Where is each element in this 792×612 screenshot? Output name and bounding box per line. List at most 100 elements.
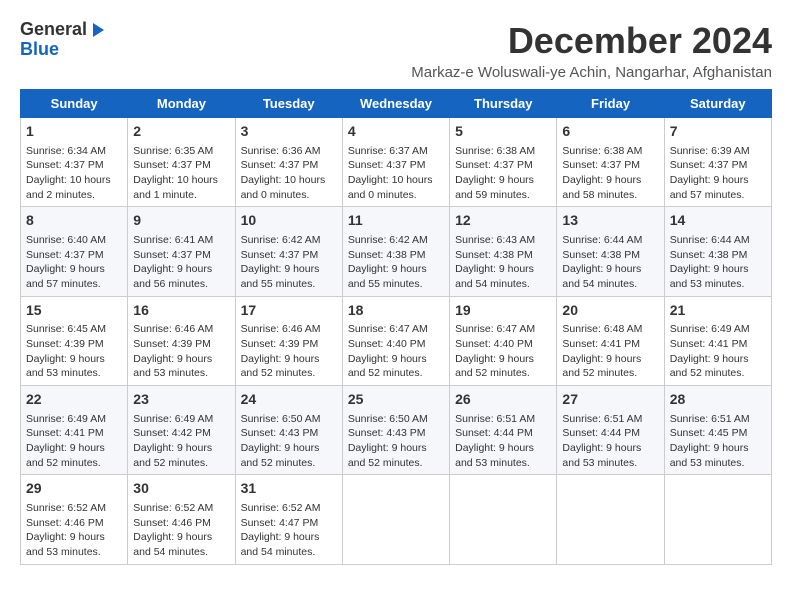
sunrise-text: Sunrise: 6:43 AM xyxy=(455,234,535,246)
day-number: 30 xyxy=(133,479,229,499)
sunset-text: Sunset: 4:37 PM xyxy=(241,249,319,261)
sunrise-text: Sunrise: 6:52 AM xyxy=(241,502,321,514)
daylight-label: Daylight: 9 hours and 54 minutes. xyxy=(455,263,534,290)
sunrise-text: Sunrise: 6:42 AM xyxy=(241,234,321,246)
daylight-label: Daylight: 9 hours and 55 minutes. xyxy=(348,263,427,290)
sunset-text: Sunset: 4:41 PM xyxy=(562,338,640,350)
calendar-cell: 30Sunrise: 6:52 AMSunset: 4:46 PMDayligh… xyxy=(128,475,235,564)
day-number: 3 xyxy=(241,122,337,142)
day-number: 26 xyxy=(455,390,551,410)
day-number: 21 xyxy=(670,301,766,321)
sunset-text: Sunset: 4:37 PM xyxy=(26,249,104,261)
weekday-header-monday: Monday xyxy=(128,90,235,118)
sunset-text: Sunset: 4:40 PM xyxy=(455,338,533,350)
sunset-text: Sunset: 4:47 PM xyxy=(241,517,319,529)
sunrise-text: Sunrise: 6:44 AM xyxy=(562,234,642,246)
calendar-cell: 14Sunrise: 6:44 AMSunset: 4:38 PMDayligh… xyxy=(664,207,771,296)
day-number: 7 xyxy=(670,122,766,142)
day-number: 24 xyxy=(241,390,337,410)
day-number: 22 xyxy=(26,390,122,410)
logo-general: General xyxy=(20,20,87,40)
weekday-header-tuesday: Tuesday xyxy=(235,90,342,118)
calendar-week-row: 15 Sunrise: 6:45 AM Sunset: 4:39 PM Dayligh… xyxy=(21,296,772,385)
daylight-label: Daylight: 9 hours and 52 minutes. xyxy=(455,353,534,380)
daylight-label: Daylight: 9 hours and 54 minutes. xyxy=(241,531,320,558)
day-number: 28 xyxy=(670,390,766,410)
daylight-label: Daylight: 9 hours and 53 minutes. xyxy=(562,442,641,469)
location-subtitle: Markaz-e Woluswali-ye Achin, Nangarhar, … xyxy=(411,64,772,81)
sunrise-text: Sunrise: 6:46 AM xyxy=(133,323,213,335)
calendar-cell: 17Sunrise: 6:46 AMSunset: 4:39 PMDayligh… xyxy=(235,296,342,385)
daylight-label: Daylight: 10 hours and 0 minutes. xyxy=(348,174,433,201)
daylight-label: Daylight: 10 hours and 2 minutes. xyxy=(26,174,111,201)
sunset-text: Sunset: 4:38 PM xyxy=(455,249,533,261)
day-number: 4 xyxy=(348,122,444,142)
sunrise-text: Sunrise: 6:49 AM xyxy=(133,413,213,425)
daylight-label: Daylight: 10 hours and 0 minutes. xyxy=(241,174,326,201)
calendar-cell xyxy=(342,475,449,564)
daylight-label: Daylight: 9 hours and 53 minutes. xyxy=(670,442,749,469)
logo-blue: Blue xyxy=(20,40,59,60)
daylight-label: Daylight: 9 hours and 52 minutes. xyxy=(241,442,320,469)
daylight-label: Daylight: 9 hours and 53 minutes. xyxy=(26,531,105,558)
sunrise-text: Sunrise: 6:45 AM xyxy=(26,323,106,335)
sunrise-text: Sunrise: 6:44 AM xyxy=(670,234,750,246)
sunset-text: Sunset: 4:39 PM xyxy=(241,338,319,350)
sunset-text: Sunset: 4:37 PM xyxy=(455,159,533,171)
title-section: December 2024 Markaz-e Woluswali-ye Achi… xyxy=(411,20,772,81)
daylight-label: Daylight: 9 hours and 52 minutes. xyxy=(133,442,212,469)
calendar-cell xyxy=(450,475,557,564)
calendar-week-row: 1Sunrise: 6:34 AMSunset: 4:37 PMDaylight… xyxy=(21,118,772,207)
daylight-label: Daylight: 9 hours and 53 minutes. xyxy=(133,353,212,380)
sunrise-text: Sunrise: 6:41 AM xyxy=(133,234,213,246)
daylight-label: Daylight: 9 hours and 52 minutes. xyxy=(348,442,427,469)
weekday-header-row: SundayMondayTuesdayWednesdayThursdayFrid… xyxy=(21,90,772,118)
daylight-label: Daylight: 9 hours and 52 minutes. xyxy=(348,353,427,380)
calendar-cell: 1Sunrise: 6:34 AMSunset: 4:37 PMDaylight… xyxy=(21,118,128,207)
sunrise-text: Sunrise: 6:34 AM xyxy=(26,145,106,157)
daylight-label: Daylight: 9 hours and 57 minutes. xyxy=(670,174,749,201)
sunrise-text: Sunrise: 6:51 AM xyxy=(455,413,535,425)
day-number: 17 xyxy=(241,301,337,321)
day-number: 29 xyxy=(26,479,122,499)
sunset-text: Sunset: 4:37 PM xyxy=(133,159,211,171)
calendar-cell: 28Sunrise: 6:51 AMSunset: 4:45 PMDayligh… xyxy=(664,386,771,475)
calendar-cell: 29Sunrise: 6:52 AMSunset: 4:46 PMDayligh… xyxy=(21,475,128,564)
logo-triangle-icon xyxy=(88,21,106,39)
daylight-label: Daylight: 9 hours and 55 minutes. xyxy=(241,263,320,290)
daylight-label: Daylight: 9 hours and 52 minutes. xyxy=(562,353,641,380)
daylight-label: Daylight: 9 hours and 59 minutes. xyxy=(455,174,534,201)
sunset-text: Sunset: 4:38 PM xyxy=(562,249,640,261)
calendar-cell: 31Sunrise: 6:52 AMSunset: 4:47 PMDayligh… xyxy=(235,475,342,564)
sunset-text: Sunset: 4:37 PM xyxy=(348,159,426,171)
weekday-header-sunday: Sunday xyxy=(21,90,128,118)
day-number: 6 xyxy=(562,122,658,142)
calendar-cell: 4 Sunrise: 6:37 AM Sunset: 4:37 PM Daylight… xyxy=(342,118,449,207)
calendar-cell: 21Sunrise: 6:49 AMSunset: 4:41 PMDayligh… xyxy=(664,296,771,385)
sunset-text: Sunset: 4:37 PM xyxy=(562,159,640,171)
day-number: 16 xyxy=(133,301,229,321)
calendar-cell: 11Sunrise: 6:42 AMSunset: 4:38 PMDayligh… xyxy=(342,207,449,296)
calendar-cell: 22Sunrise: 6:49 AMSunset: 4:41 PMDayligh… xyxy=(21,386,128,475)
sunrise-text: Sunrise: 6:52 AM xyxy=(133,502,213,514)
sunrise-text: Sunrise: 6:39 AM xyxy=(670,145,750,157)
day-number: 9 xyxy=(133,211,229,231)
day-number: 15 xyxy=(26,301,122,321)
calendar-cell: 16Sunrise: 6:46 AMSunset: 4:39 PMDayligh… xyxy=(128,296,235,385)
calendar-week-row: 22Sunrise: 6:49 AMSunset: 4:41 PMDayligh… xyxy=(21,386,772,475)
day-number: 5 xyxy=(455,122,551,142)
sunset-text: Sunset: 4:38 PM xyxy=(348,249,426,261)
calendar-cell: 13Sunrise: 6:44 AMSunset: 4:38 PMDayligh… xyxy=(557,207,664,296)
calendar-cell xyxy=(557,475,664,564)
day-number: 27 xyxy=(562,390,658,410)
day-number: 20 xyxy=(562,301,658,321)
sunrise-text: Sunrise: 6:49 AM xyxy=(26,413,106,425)
sunset-text: Sunset: 4:37 PM xyxy=(241,159,319,171)
calendar-cell: 27Sunrise: 6:51 AMSunset: 4:44 PMDayligh… xyxy=(557,386,664,475)
sunrise-text: Sunrise: 6:37 AM xyxy=(348,145,428,157)
sunrise-text: Sunrise: 6:50 AM xyxy=(348,413,428,425)
sunrise-text: Sunrise: 6:36 AM xyxy=(241,145,321,157)
calendar-cell: 19Sunrise: 6:47 AMSunset: 4:40 PMDayligh… xyxy=(450,296,557,385)
calendar-cell: 26Sunrise: 6:51 AMSunset: 4:44 PMDayligh… xyxy=(450,386,557,475)
sunrise-text: Sunrise: 6:35 AM xyxy=(133,145,213,157)
